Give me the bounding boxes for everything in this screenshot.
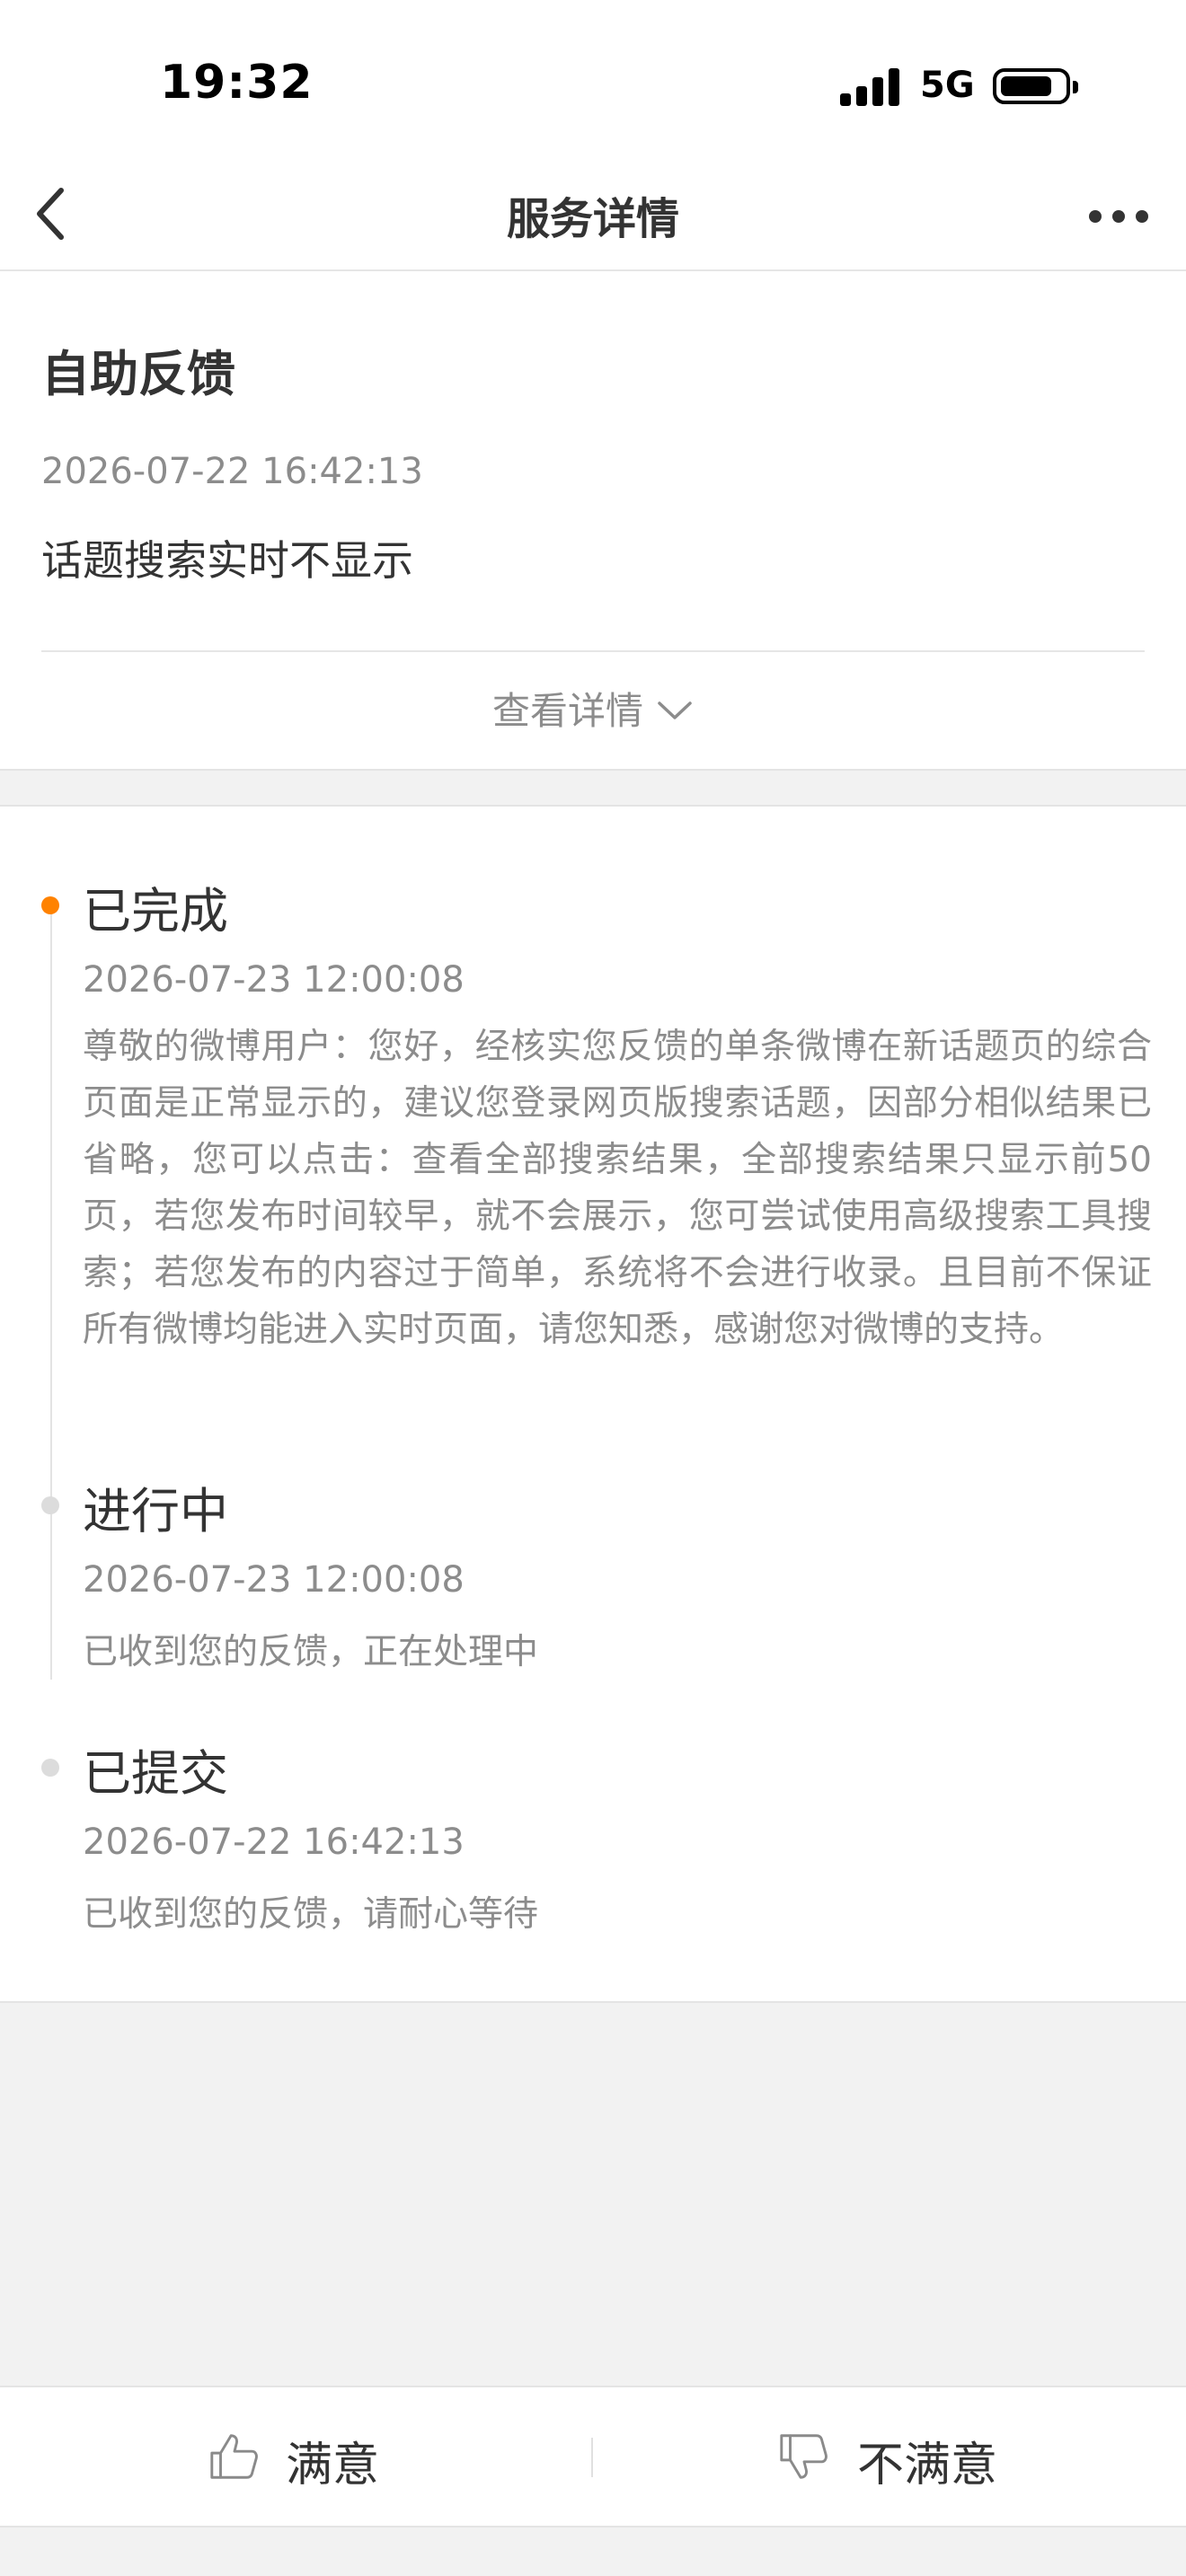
status-time: 19:32 — [160, 56, 314, 110]
page-title: 服务详情 — [506, 194, 679, 244]
step-description: 已收到您的反馈，正在处理中 — [83, 1632, 539, 1672]
feedback-content: 话题搜索实时不显示 — [41, 536, 413, 585]
step-time: 2026-07-23 12:00:08 — [83, 1559, 465, 1601]
step-title: 进行中 — [83, 1483, 228, 1539]
step-description: 尊敬的微博用户：您好，经核实您反馈的单条微博在新话题页的综合页面是正常显示的，建… — [83, 1027, 1152, 1350]
timeline-line — [50, 905, 52, 1680]
battery-icon — [993, 68, 1078, 104]
more-button[interactable] — [1078, 189, 1159, 243]
status-bar: 19:32 5G — [0, 0, 1186, 153]
step-time: 2026-07-22 16:42:13 — [83, 1822, 465, 1863]
satisfied-label: 满意 — [286, 2439, 380, 2492]
step-time: 2026-07-23 12:00:08 — [83, 959, 465, 1001]
thumbs-up-icon — [210, 2434, 258, 2479]
step-title: 已提交 — [83, 1745, 228, 1802]
divider — [41, 650, 1145, 652]
more-dots-icon — [1089, 210, 1102, 223]
step-dot — [41, 1496, 59, 1514]
step-dot — [41, 1759, 59, 1777]
rating-bar: 满意 不满意 — [0, 2386, 1186, 2527]
feedback-time: 2026-07-22 16:42:13 — [41, 451, 423, 492]
progress-timeline: 已完成 2026-07-23 12:00:08 尊敬的微博用户：您好，经核实您反… — [0, 805, 1186, 2003]
unsatisfied-button[interactable]: 不满意 — [593, 2387, 1184, 2526]
view-details-button[interactable]: 查看详情 — [0, 681, 1186, 736]
network-type: 5G — [920, 65, 975, 106]
thumbs-down-icon — [780, 2434, 828, 2479]
view-details-label: 查看详情 — [491, 689, 643, 733]
nav-bar: 服务详情 — [0, 153, 1186, 271]
step-description: 已收到您的反馈，请耐心等待 — [83, 1894, 539, 1935]
step-dot — [41, 896, 59, 914]
feedback-card: 自助反馈 2026-07-22 16:42:13 话题搜索实时不显示 查看详情 — [0, 271, 1186, 771]
chevron-down-icon — [658, 701, 692, 719]
signal-icon — [840, 66, 903, 106]
feedback-title: 自助反馈 — [41, 346, 235, 402]
step-title: 已完成 — [83, 883, 228, 940]
satisfied-button[interactable]: 满意 — [0, 2387, 591, 2526]
unsatisfied-label: 不满意 — [857, 2439, 998, 2492]
